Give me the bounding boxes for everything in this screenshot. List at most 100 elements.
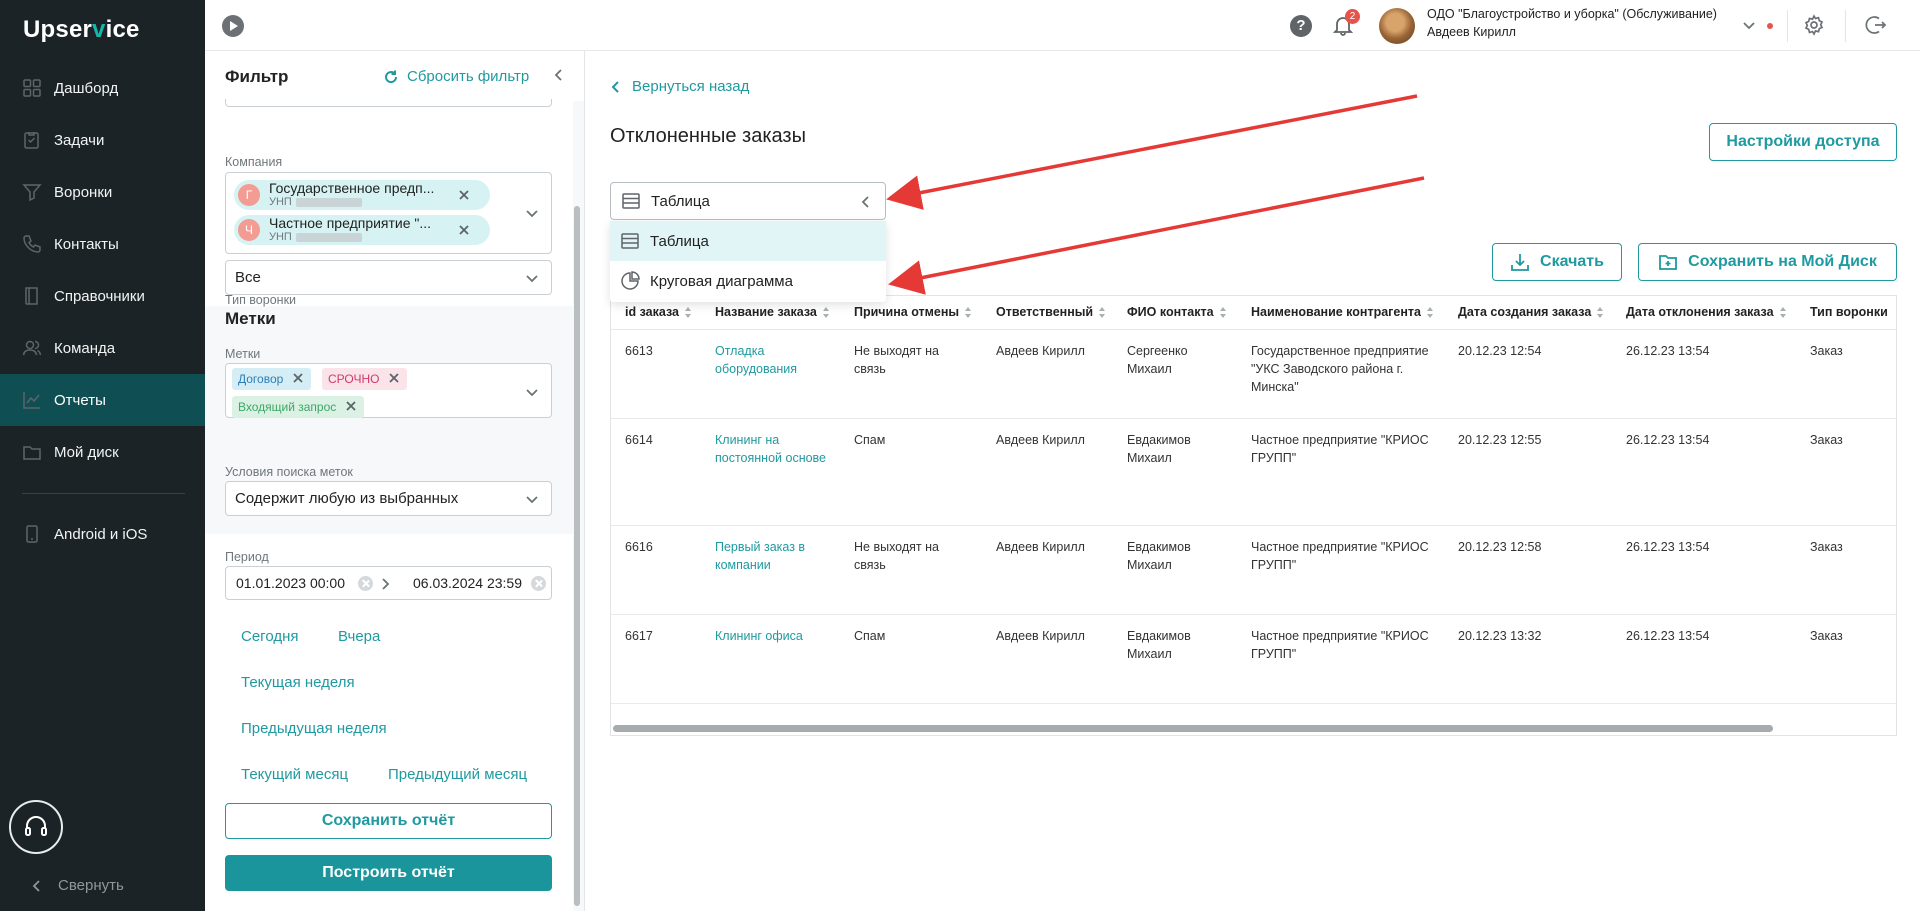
cell-cancel-reason: Спам — [840, 418, 982, 526]
sort-icon[interactable] — [822, 307, 830, 319]
clear-date-to-icon[interactable] — [531, 576, 546, 591]
tag-condition-select[interactable]: Содержит любую из выбранных — [225, 481, 552, 516]
sort-icon[interactable] — [1219, 307, 1227, 319]
collapse-sidebar-button[interactable]: Свернуть — [30, 877, 124, 894]
sidebar-item-reports[interactable]: Отчеты — [0, 374, 205, 426]
tag-chip: СРОЧНО — [322, 368, 408, 390]
table-row[interactable]: 6617 Клининг офиса Спам Авдеев Кирилл Ев… — [611, 614, 1896, 704]
tag-chip: Входящий запрос — [232, 396, 365, 418]
period-this-week[interactable]: Текущая неделя — [241, 674, 355, 691]
period-this-month[interactable]: Текущий месяц — [241, 766, 348, 783]
sort-icon[interactable] — [1597, 307, 1604, 319]
sidebar-item-dashboard[interactable]: Дашборд — [0, 62, 205, 114]
user-name[interactable]: Авдеев Кирилл — [1427, 25, 1516, 39]
remove-tag-icon[interactable] — [344, 399, 358, 416]
main-content: Вернуться назад Отклоненные заказы Настр… — [586, 51, 1920, 911]
cell-order-name-link[interactable]: Клининг офиса — [701, 614, 840, 704]
table-row[interactable]: 6616 Первый заказ в компании Не выходят … — [611, 525, 1896, 615]
remove-tag-icon[interactable] — [387, 371, 401, 388]
table-horizontal-scrollbar[interactable] — [613, 725, 1773, 732]
cell-cancel-reason: Не выходят на связь — [840, 329, 982, 419]
sidebar-item-tasks[interactable]: Задачи — [0, 114, 205, 166]
sort-icon[interactable] — [1099, 307, 1106, 319]
sidebar-item-directories[interactable]: Справочники — [0, 270, 205, 322]
sort-icon[interactable] — [965, 307, 972, 319]
cell-contact-name: Евдакимов Михаил — [1113, 525, 1237, 615]
funnel-icon — [22, 182, 42, 202]
sidebar-item-contacts[interactable]: Контакты — [0, 218, 205, 270]
help-icon[interactable]: ? — [1290, 15, 1312, 37]
avatar[interactable] — [1379, 8, 1415, 44]
chevron-down-icon[interactable] — [1742, 18, 1756, 32]
column-header[interactable]: Наименование контрагента — [1237, 296, 1444, 330]
remove-tag-icon[interactable] — [291, 371, 305, 388]
cell-created-date: 20.12.23 12:54 — [1444, 329, 1612, 419]
sort-icon[interactable] — [1779, 307, 1787, 319]
cell-order-id: 6617 — [611, 614, 701, 704]
sidebar-item-team[interactable]: Команда — [0, 322, 205, 374]
play-video-icon[interactable] — [222, 15, 244, 37]
collapse-filter-icon[interactable] — [552, 68, 568, 84]
logout-icon[interactable] — [1865, 14, 1887, 36]
sort-icon[interactable] — [684, 307, 692, 319]
filter-scrollbar[interactable] — [574, 206, 580, 906]
support-button[interactable] — [9, 800, 63, 854]
cell-order-name-link[interactable]: Отладка оборудования — [701, 329, 840, 419]
view-option-pie-chart[interactable]: Круговая диаграмма — [610, 261, 886, 301]
column-header[interactable]: Дата отклонения заказа — [1612, 296, 1796, 330]
period-range-picker[interactable]: 01.01.2023 00:00 06.03.2024 23:59 — [225, 566, 552, 600]
funnel-type-select[interactable]: Все — [225, 260, 552, 295]
view-type-select[interactable]: Таблица — [610, 182, 886, 220]
column-header[interactable]: Ответственный — [982, 296, 1113, 330]
cell-order-name-link[interactable]: Первый заказ в компании — [701, 525, 840, 615]
remove-chip-icon[interactable] — [457, 223, 471, 237]
reset-filter-button[interactable]: Сбросить фильтр — [383, 68, 529, 85]
build-report-button[interactable]: Построить отчёт — [225, 855, 552, 891]
folder-icon — [22, 442, 42, 462]
clear-date-from-icon[interactable] — [358, 576, 373, 591]
sort-icon[interactable] — [1426, 307, 1434, 319]
period-yesterday[interactable]: Вчера — [338, 628, 380, 645]
download-button[interactable]: Скачать — [1492, 243, 1622, 281]
previous-field-edge — [225, 99, 552, 107]
tag-condition-label: Условия поиска меток — [225, 465, 353, 479]
date-from[interactable]: 01.01.2023 00:00 — [236, 575, 345, 591]
view-type-dropdown: Таблица Круговая диаграмма — [610, 221, 886, 302]
back-link[interactable]: Вернуться назад — [610, 78, 749, 95]
period-today[interactable]: Сегодня — [241, 628, 299, 645]
column-header[interactable]: Тип воронки — [1796, 296, 1896, 330]
organization-name[interactable]: ОДО "Благоустройство и уборка" (Обслужив… — [1427, 7, 1717, 21]
table-row[interactable]: 6613 Отладка оборудования Не выходят на … — [611, 329, 1896, 419]
remove-chip-icon[interactable] — [457, 188, 471, 202]
period-prev-month[interactable]: Предыдущий месяц — [388, 766, 527, 783]
cell-counterparty: Частное предприятие "КРИОС ГРУПП" — [1237, 614, 1444, 704]
smartphone-icon — [22, 524, 42, 544]
tags-label: Метки — [225, 347, 261, 361]
company-select[interactable]: Г Государственное предп... УНП Ч Частное… — [225, 172, 552, 254]
cell-rejected-date: 26.12.23 13:54 — [1612, 525, 1796, 615]
table-row[interactable]: 6614 Клининг на постоянной основе Спам А… — [611, 418, 1896, 526]
team-icon — [22, 338, 42, 358]
cell-contact-name: Сергеенко Михаил — [1113, 329, 1237, 419]
divider — [1845, 10, 1846, 42]
period-prev-week[interactable]: Предыдущая неделя — [241, 720, 387, 737]
sidebar-item-funnels[interactable]: Воронки — [0, 166, 205, 218]
column-header[interactable]: Дата создания заказа — [1444, 296, 1612, 330]
cell-order-id: 6613 — [611, 329, 701, 419]
sidebar-item-mobile-apps[interactable]: Android и iOS — [0, 508, 205, 560]
app-logo[interactable]: Upservice — [23, 16, 140, 44]
tags-select[interactable]: Договор СРОЧНО Входящий запрос — [225, 363, 552, 418]
access-settings-button[interactable]: Настройки доступа — [1709, 123, 1897, 161]
sidebar-item-my-disk[interactable]: Мой диск — [0, 426, 205, 478]
save-report-button[interactable]: Сохранить отчёт — [225, 803, 552, 839]
view-option-table[interactable]: Таблица — [610, 221, 886, 261]
table-icon — [620, 231, 640, 251]
tag-chip: Договор — [232, 368, 312, 390]
column-header[interactable]: ФИО контакта — [1113, 296, 1237, 330]
date-to[interactable]: 06.03.2024 23:59 — [413, 575, 522, 591]
save-to-disk-button[interactable]: Сохранить на Мой Диск — [1638, 243, 1897, 281]
top-bar: ? 2 ОДО "Благоустройство и уборка" (Обсл… — [205, 0, 1920, 51]
gear-icon[interactable] — [1803, 14, 1825, 36]
dashboard-icon — [22, 78, 42, 98]
cell-order-name-link[interactable]: Клининг на постоянной основе — [701, 418, 840, 526]
